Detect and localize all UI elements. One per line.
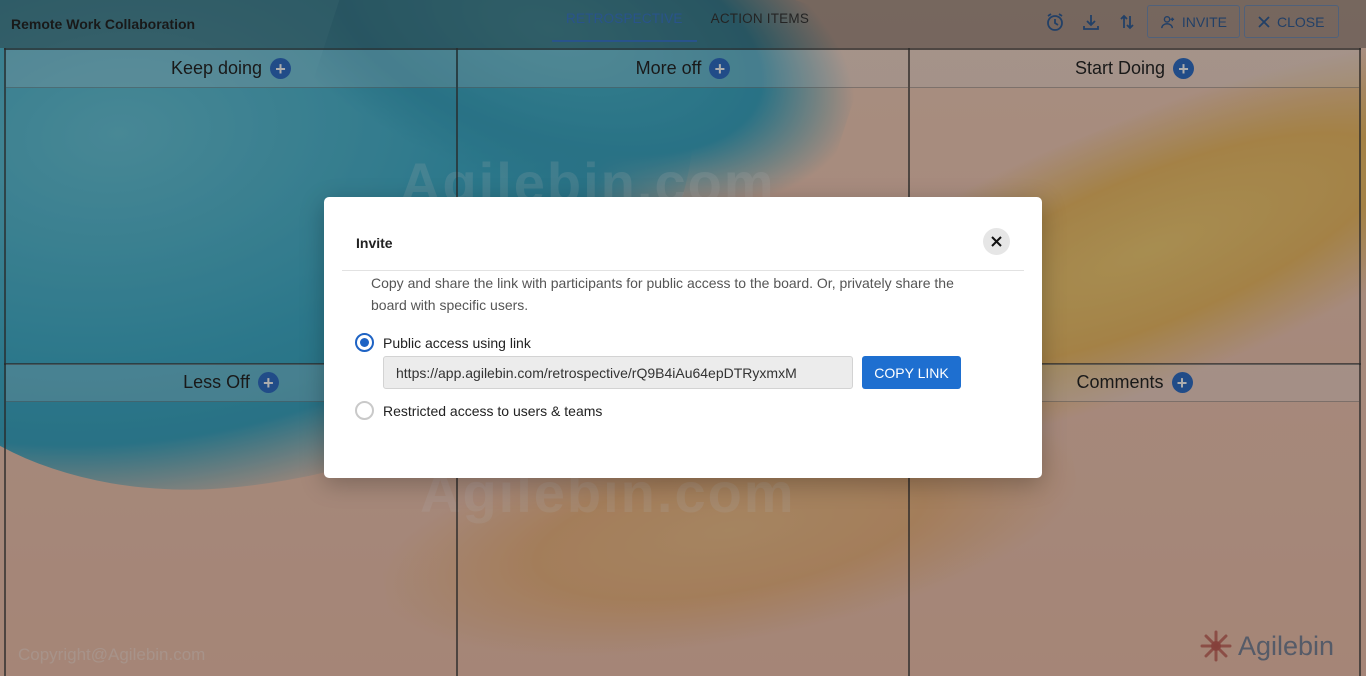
invite-label: INVITE <box>1181 13 1227 30</box>
close-icon <box>1258 15 1270 28</box>
dialog-title: Invite <box>356 235 393 251</box>
invite-button[interactable]: INVITE <box>1147 5 1240 38</box>
share-link-field[interactable] <box>383 356 853 389</box>
dialog-description: Copy and share the link with participant… <box>371 275 954 313</box>
header: Remote Work Collaboration RETROSPECTIVE … <box>0 0 1366 48</box>
close-label: CLOSE <box>1277 13 1325 30</box>
tab-retrospective[interactable]: RETROSPECTIVE <box>552 0 697 42</box>
close-board-button[interactable]: CLOSE <box>1244 5 1339 38</box>
copy-link-button[interactable]: COPY LINK <box>862 356 961 389</box>
add-person-icon <box>1161 15 1175 28</box>
restricted-access-option[interactable]: Restricted access to users & teams <box>355 401 602 420</box>
invite-dialog: Invite Copy and share the link with part… <box>324 197 1042 478</box>
dialog-close-button[interactable] <box>983 228 1010 255</box>
alarm-clock-icon[interactable] <box>1043 10 1067 34</box>
sort-icon[interactable] <box>1115 10 1139 34</box>
tab-action-items[interactable]: ACTION ITEMS <box>697 0 823 42</box>
restricted-access-label: Restricted access to users & teams <box>383 402 603 419</box>
divider <box>342 270 1024 271</box>
board-title: Remote Work Collaboration <box>11 16 196 32</box>
restricted-access-radio[interactable] <box>355 401 374 420</box>
tab-bar: RETROSPECTIVE ACTION ITEMS <box>552 0 823 42</box>
close-icon <box>991 236 1002 247</box>
download-icon[interactable] <box>1079 10 1103 34</box>
public-access-radio[interactable] <box>355 333 374 352</box>
public-access-label: Public access using link <box>383 334 531 351</box>
public-access-option[interactable]: Public access using link <box>355 333 531 352</box>
